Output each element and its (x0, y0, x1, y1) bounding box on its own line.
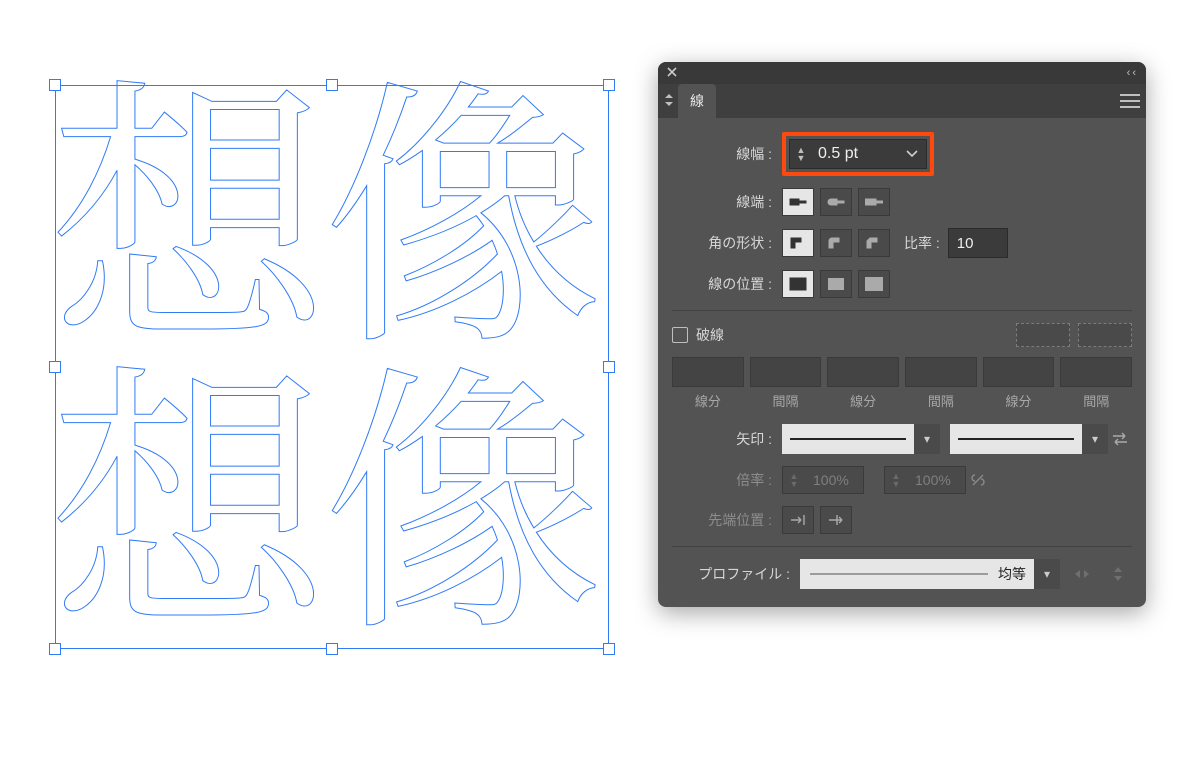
align-label: 線の位置 : (672, 274, 772, 294)
stroke-width-input[interactable] (812, 145, 898, 163)
selection-handle-ml[interactable] (49, 361, 61, 373)
tip-align-label: 先端位置 : (672, 510, 772, 530)
dash-col-5: 線分 (983, 391, 1055, 410)
selection-handle-mr[interactable] (603, 361, 615, 373)
dash-col-4: 間隔 (905, 391, 977, 410)
stroke-width-field[interactable] (789, 139, 927, 169)
arrow-start-dropdown[interactable]: ▾ (914, 424, 940, 454)
panel-close-button[interactable] (666, 65, 678, 81)
dashed-checkbox[interactable]: 破線 (672, 325, 724, 345)
dash-option-exact[interactable] (1016, 323, 1070, 347)
cap-butt-button[interactable] (782, 188, 814, 216)
profile-dropdown[interactable]: ▾ (1034, 559, 1060, 589)
dash-cell-4[interactable] (905, 357, 977, 387)
profile-flip-horizontal-icon[interactable] (1068, 562, 1096, 586)
tip-align-end-button[interactable] (820, 506, 852, 534)
dash-pattern-inputs (672, 357, 1132, 387)
selection-handle-tl[interactable] (49, 79, 61, 91)
align-inside-button[interactable] (820, 270, 852, 298)
scale-label: 倍率 : (672, 470, 772, 490)
arrow-end-dropdown[interactable]: ▾ (1082, 424, 1108, 454)
selection-handle-tr[interactable] (603, 79, 615, 91)
tip-align-extend-button[interactable] (782, 506, 814, 534)
dash-option-aligned[interactable] (1078, 323, 1132, 347)
dashed-label: 破線 (696, 325, 724, 345)
separator-2 (672, 546, 1132, 547)
dash-cell-2[interactable] (750, 357, 822, 387)
selection-handle-tc[interactable] (326, 79, 338, 91)
cap-projecting-button[interactable] (858, 188, 890, 216)
separator (672, 310, 1132, 311)
arrow-label: 矢印 : (672, 429, 772, 449)
selection-handle-bc[interactable] (326, 643, 338, 655)
tab-stroke-label: 線 (690, 91, 704, 111)
scale-end-field: 100% (884, 466, 966, 494)
dash-cell-1[interactable] (672, 357, 744, 387)
align-center-button[interactable] (782, 270, 814, 298)
panel-menu-button[interactable] (1120, 94, 1140, 108)
panel-collapse-button[interactable]: ‹‹ (1127, 67, 1138, 79)
dash-col-2: 間隔 (750, 391, 822, 410)
canvas-area[interactable]: 想像 想像 (55, 85, 609, 649)
corner-label: 角の形状 : (672, 233, 772, 253)
stroke-width-highlight (782, 132, 934, 176)
scale-start-field: 100% (782, 466, 864, 494)
arrow-end-field[interactable] (950, 424, 1082, 454)
dash-cell-6[interactable] (1060, 357, 1132, 387)
corner-bevel-button[interactable] (858, 229, 890, 257)
dash-cell-5[interactable] (983, 357, 1055, 387)
corner-round-button[interactable] (820, 229, 852, 257)
arrow-start-field[interactable] (782, 424, 914, 454)
cap-label: 線端 : (672, 192, 772, 212)
panel-toggle-icon[interactable] (664, 93, 674, 110)
align-outside-button[interactable] (858, 270, 890, 298)
miter-ratio-label: 比率 : (904, 233, 940, 253)
profile-field[interactable]: 均等 (800, 559, 1034, 589)
stroke-width-dropdown[interactable] (898, 150, 926, 158)
panel-titlebar[interactable]: ‹‹ (658, 62, 1146, 84)
stroke-width-stepper[interactable] (790, 146, 812, 162)
dash-cell-3[interactable] (827, 357, 899, 387)
cap-round-button[interactable] (820, 188, 852, 216)
scale-link-button[interactable] (966, 468, 990, 492)
profile-name: 均等 (998, 564, 1034, 584)
selection-handle-br[interactable] (603, 643, 615, 655)
arrow-swap-button[interactable] (1108, 427, 1132, 451)
profile-label: プロファイル : (672, 564, 790, 584)
dash-col-1: 線分 (672, 391, 744, 410)
scale-start-value: 100% (805, 472, 863, 488)
panel-tabbar: 線 (658, 84, 1146, 118)
tab-stroke[interactable]: 線 (678, 84, 716, 118)
selected-object[interactable]: 想像 想像 (55, 85, 609, 649)
scale-end-value: 100% (907, 472, 965, 488)
profile-flip-vertical-icon[interactable] (1104, 562, 1132, 586)
stroke-panel: ‹‹ 線 線幅 : (658, 62, 1146, 607)
stroke-width-label: 線幅 : (672, 144, 772, 164)
dash-col-3: 線分 (827, 391, 899, 410)
selection-handle-bl[interactable] (49, 643, 61, 655)
artwork-text-row2[interactable]: 想像 (49, 343, 597, 623)
miter-ratio-input[interactable] (948, 228, 1008, 258)
dash-col-6: 間隔 (1060, 391, 1132, 410)
corner-miter-button[interactable] (782, 229, 814, 257)
